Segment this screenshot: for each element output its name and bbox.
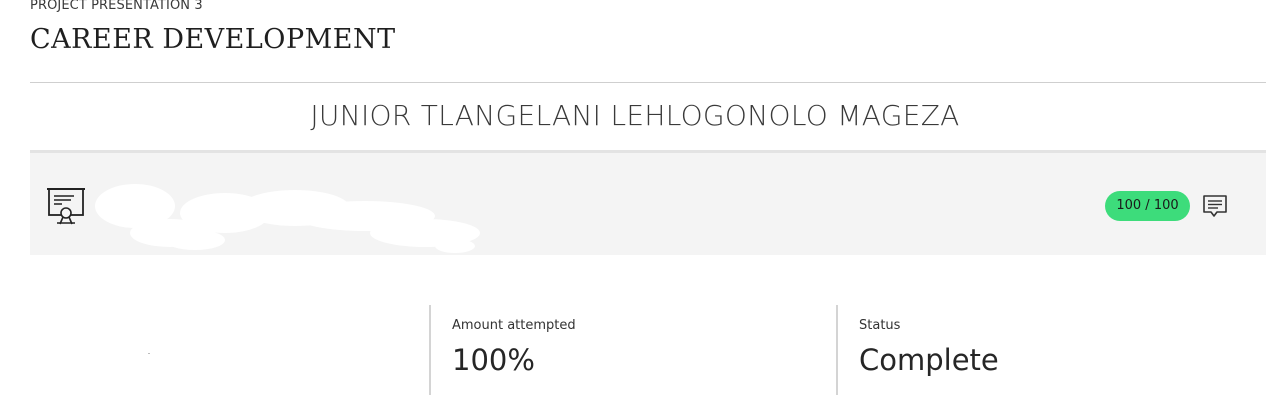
status-label: Status [859,318,901,333]
submission-card[interactable]: 100 / 100 [30,150,1266,255]
certificate-presentation-icon [47,188,85,225]
score-badge: 100 / 100 [1105,191,1190,221]
page-title: CAREER DEVELOPMENT [30,24,396,55]
stat-divider [836,305,838,395]
header-divider [30,82,1266,83]
student-name: JUNIOR TLANGELANI LEHLOGONOLO MAGEZA [310,99,960,132]
comment-icon[interactable] [1202,194,1228,220]
stat-divider [429,305,431,395]
assignment-kicker: PROJECT PRESENTATION 3 [30,0,203,13]
empty-stat-cell [148,353,150,354]
status-value: Complete [859,343,999,377]
redacted-submission-title [95,184,480,253]
submission-stats: Amount attempted 100% Status Complete [30,305,1266,395]
grade-page: PROJECT PRESENTATION 3 CAREER DEVELOPMEN… [0,0,1266,419]
amount-attempted-value: 100% [452,343,535,377]
amount-attempted-label: Amount attempted [452,318,576,333]
